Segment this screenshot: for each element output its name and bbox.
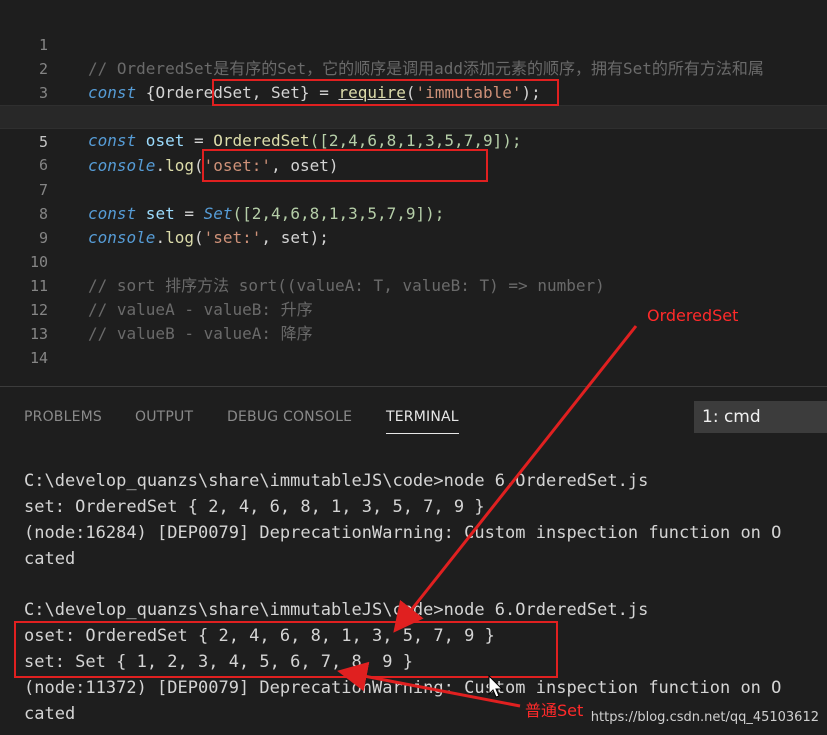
code-line-3[interactable]: 3 (0, 57, 827, 102)
watermark: https://blog.csdn.net/qq_45103612 (590, 710, 819, 725)
code-line-14[interactable]: 14 (0, 322, 827, 367)
code-line-1[interactable]: 1 // OrderedSet是有序的Set，它的顺序是调用add添加元素的顺序… (0, 9, 827, 78)
highlight-box-orderedset-code (212, 79, 559, 106)
terminal-line: set: OrderedSet { 2, 4, 6, 8, 1, 3, 5, 7… (24, 497, 485, 517)
terminal-line: C:\develop_quanzs\share\immutableJS\code… (24, 600, 649, 620)
terminal-select[interactable]: 1: cmd (694, 401, 827, 433)
highlight-box-set-code (202, 149, 488, 182)
code-line-5[interactable]: 5 console.log('oset:', oset) (0, 105, 827, 175)
terminal-line: cated (24, 704, 76, 724)
line-number: 14 (29, 349, 48, 367)
terminal-line: (node:16284) [DEP0079] DeprecationWarnin… (24, 523, 782, 543)
code-line-11[interactable]: 11 // valueA - valueB: 升序 (0, 250, 827, 319)
code-line-10[interactable]: 10 // sort 排序方法 sort((valueA: T, valueB:… (0, 226, 827, 295)
code-line-9[interactable]: 9 (0, 202, 827, 247)
bottom-panel: PROBLEMS OUTPUT DEBUG CONSOLE TERMINAL 1… (0, 387, 827, 735)
tab-terminal[interactable]: TERMINAL (386, 409, 459, 434)
code-line-12[interactable]: 12 // valueB - valueA: 降序 (0, 274, 827, 343)
tab-problems[interactable]: PROBLEMS (24, 409, 102, 425)
terminal-line: (node:11372) [DEP0079] DeprecationWarnin… (24, 678, 782, 698)
tab-debug-console[interactable]: DEBUG CONSOLE (227, 409, 352, 425)
terminal-line: cated (24, 549, 76, 569)
annotation-plain-set-label: 普通Set (525, 701, 584, 720)
annotation-orderedset-label: OrderedSet (647, 306, 739, 325)
tab-output[interactable]: OUTPUT (135, 409, 193, 425)
highlight-box-terminal-output (14, 621, 558, 678)
code-line-2[interactable]: 2 const {OrderedSet, Set} = require('imm… (0, 33, 827, 102)
terminal-line: C:\develop_quanzs\share\immutableJS\code… (24, 471, 649, 491)
code-editor[interactable]: 1 // OrderedSet是有序的Set，它的顺序是调用add添加元素的顺序… (0, 0, 827, 386)
